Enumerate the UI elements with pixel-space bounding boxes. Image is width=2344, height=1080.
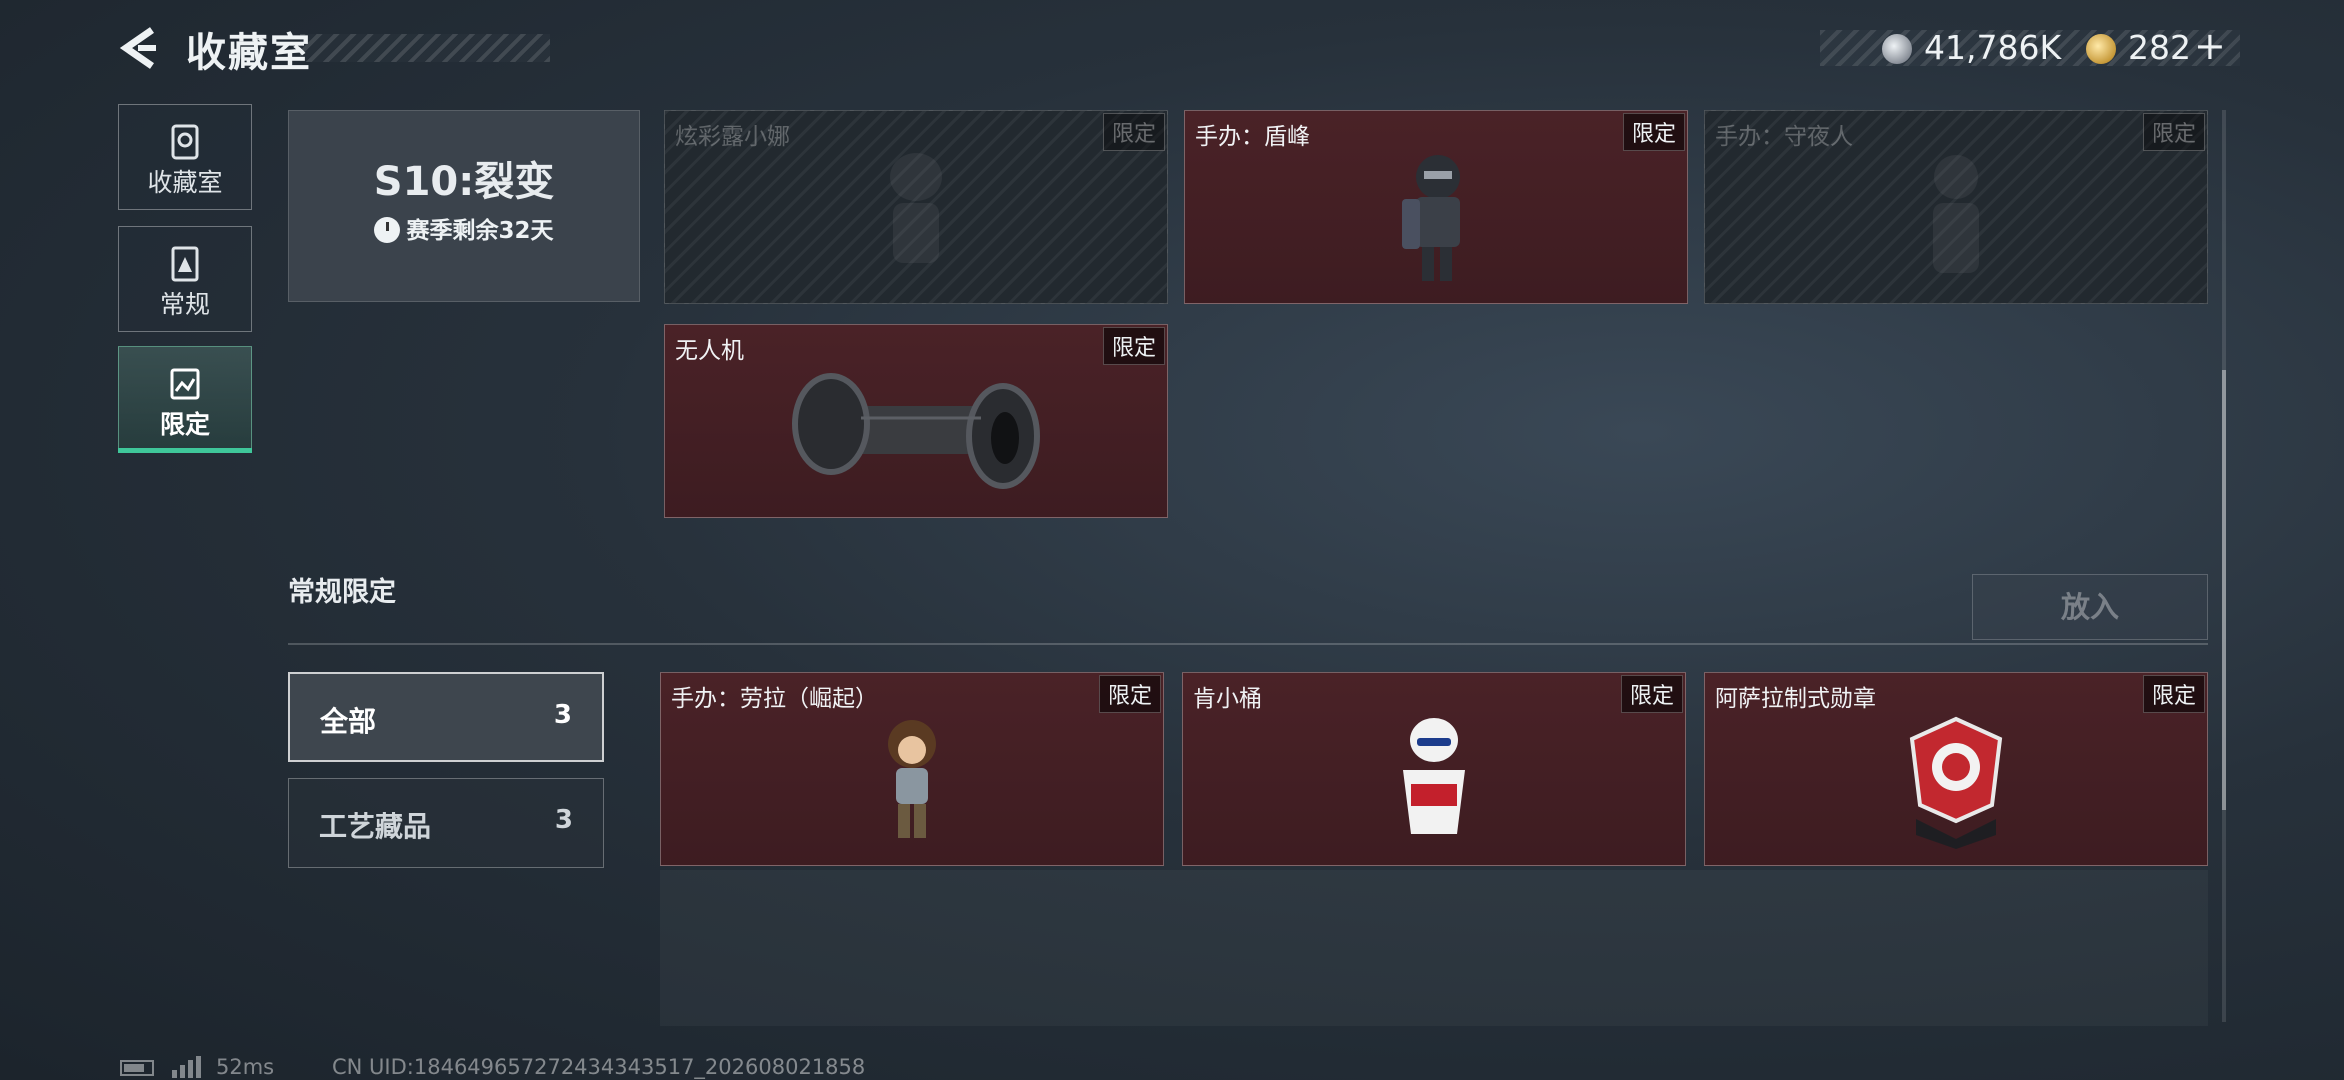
sidebar-item-label: 常规: [159, 290, 210, 319]
collection-card[interactable]: 手办：守夜人 限定: [1704, 110, 2208, 304]
limited-badge: 限定: [1098, 675, 1161, 713]
season-remaining: 赛季剩余32天: [289, 211, 639, 245]
item-name: 阿萨拉制式勋章: [1715, 686, 1876, 712]
currency1-value: 41,786K: [1924, 28, 2062, 67]
limited-badge: 限定: [1102, 327, 1165, 365]
item-name: 手办：守夜人: [1715, 124, 1853, 150]
figure-silhouette-icon: [1933, 154, 1979, 273]
image-icon: [170, 368, 200, 400]
user-uid: CN UID:1846496572724343435​17_2026080218…: [332, 1055, 866, 1079]
collection-card[interactable]: 肯小桶 限定: [1182, 672, 1686, 866]
figure-shield-icon: [1402, 154, 1460, 281]
card-icon: [171, 246, 199, 282]
item-name: 手办：劳拉（崛起）: [671, 686, 878, 712]
signal-icon: [172, 1056, 201, 1078]
figure-silhouette-icon: [890, 152, 942, 263]
collection-card[interactable]: 手办：劳拉（崛起） 限定: [660, 672, 1164, 866]
limited-badge: 限定: [2142, 675, 2205, 713]
sidebar-item-label: 限定: [159, 410, 210, 439]
section-divider: [288, 643, 2208, 645]
battery-icon: [120, 1060, 154, 1076]
put-in-button[interactable]: 放入: [1972, 574, 2208, 640]
figure-lara-icon: [888, 719, 936, 838]
limited-badge: 限定: [1622, 113, 1685, 151]
item-name: 肯小桶: [1193, 686, 1262, 712]
filter-count: 3: [554, 805, 573, 835]
drone-part-icon: [792, 372, 1040, 489]
sidebar-item-label: 收藏室: [147, 168, 223, 197]
item-name: 炫彩露小娜: [675, 124, 790, 150]
item-name: 手办：盾峰: [1195, 124, 1310, 150]
empty-slot-row: [660, 870, 2208, 1026]
active-tab-indicator: [118, 448, 252, 453]
season-card: S10:裂变 赛季剩余32天: [288, 110, 640, 302]
filter-all[interactable]: 全部 3: [288, 672, 604, 762]
item-name: 无人机: [675, 338, 744, 364]
season-remaining-text: 赛季剩余32天: [406, 218, 554, 244]
collection-card[interactable]: 无人机 限定: [664, 324, 1168, 518]
gem-icon: [2086, 34, 2116, 64]
sidebar-item-vault[interactable]: 收藏室: [118, 104, 252, 210]
filter-label: 工艺藏品: [319, 810, 432, 843]
collection-card[interactable]: 炫彩露小娜 限定: [664, 110, 1168, 304]
title-stripe: [300, 34, 550, 62]
filter-count: 3: [553, 700, 572, 730]
back-arrow-icon[interactable]: [118, 26, 162, 70]
limited-badge: 限定: [1620, 675, 1683, 713]
vault-icon: [171, 124, 199, 160]
currency2-value: 282: [2128, 28, 2191, 67]
ping-value: 52ms: [216, 1055, 275, 1079]
collection-card[interactable]: 阿萨拉制式勋章 限定: [1704, 672, 2208, 866]
section-title: 常规限定: [288, 577, 396, 608]
add-currency-button[interactable]: +: [2194, 24, 2226, 68]
medal-icon: [1909, 716, 2003, 849]
coin-icon: [1882, 34, 1912, 64]
filter-label: 全部: [320, 705, 377, 738]
limited-badge: 限定: [1102, 113, 1165, 151]
clock-icon: [374, 217, 401, 243]
limited-badge: 限定: [2142, 113, 2205, 151]
collection-card[interactable]: 手办：盾峰 限定: [1184, 110, 1688, 304]
scrollbar-thumb[interactable]: [2222, 370, 2226, 810]
figure-bucket-icon: [1403, 717, 1465, 834]
sidebar-item-regular[interactable]: 常规: [118, 226, 252, 332]
season-title: S10:裂变: [373, 159, 555, 205]
page-title: 收藏室: [186, 30, 312, 76]
filter-crafted[interactable]: 工艺藏品 3: [288, 778, 604, 868]
sidebar-item-limited[interactable]: 限定: [118, 346, 252, 452]
